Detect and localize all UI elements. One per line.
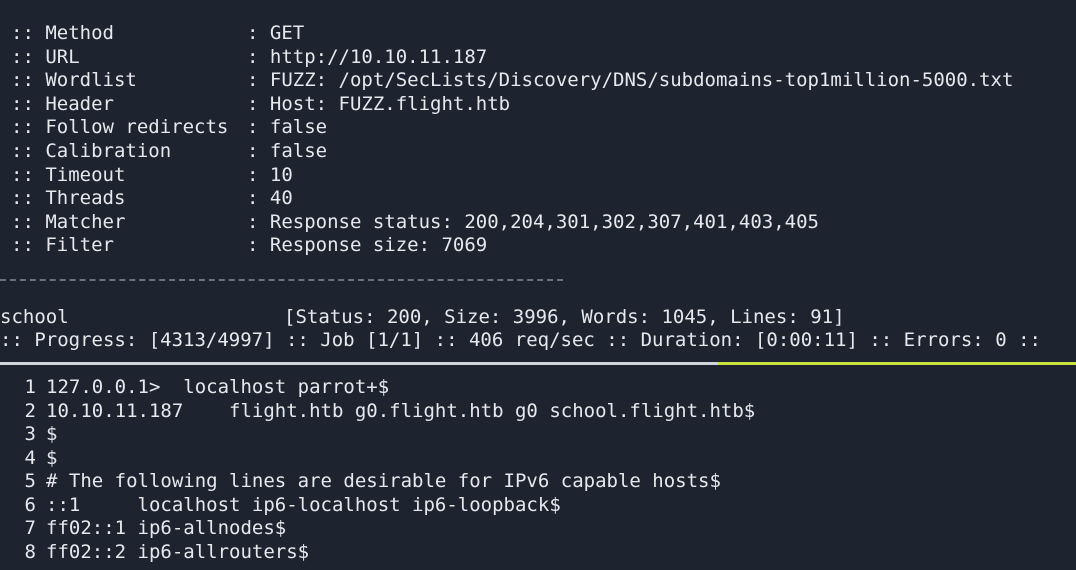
ffuf-option-wordlist: :: Wordlist : FUZZ: /opt/SecLists/Discove… bbox=[11, 69, 1013, 92]
line-text: $ bbox=[46, 423, 58, 445]
option-key: :: URL bbox=[11, 46, 80, 68]
option-key: :: Wordlist bbox=[11, 69, 137, 91]
editor-line[interactable]: 2 10.10.11.187 flight.htb g0.flight.htb g… bbox=[0, 400, 756, 423]
option-value: : 40 bbox=[247, 187, 293, 209]
editor-line[interactable]: 8 ff02::2 ip6-allrouters$ bbox=[0, 541, 310, 564]
option-key: :: Method bbox=[11, 22, 114, 44]
editor-line[interactable]: 3 $ bbox=[0, 423, 58, 446]
editor-line[interactable]: 7 ff02::1 ip6-allnodes$ bbox=[0, 517, 287, 540]
line-text: 127.0.0.1> localhost parrot+$ bbox=[46, 376, 390, 398]
ffuf-terminal-pane[interactable]: :: Method : GET :: URL : http://10.10.11.1… bbox=[0, 0, 1076, 362]
line-number: 4 bbox=[24, 447, 36, 469]
line-text: # The following lines are desirable for … bbox=[46, 470, 721, 492]
option-key: :: Follow redirects bbox=[11, 116, 229, 138]
ffuf-option-method: :: Method : GET bbox=[11, 22, 304, 45]
option-key: :: Header bbox=[11, 93, 114, 115]
ffuf-progress-line: :: Progress: [4313/4997] :: Job [1/1] ::… bbox=[0, 329, 1041, 351]
line-text: $ bbox=[46, 447, 58, 469]
ffuf-option-follow-redirects: :: Follow redirects : false bbox=[11, 116, 327, 139]
editor-line[interactable]: 4 $ bbox=[0, 447, 58, 470]
line-text: 10.10.11.187 flight.htb g0.flight.htb g0… bbox=[46, 400, 756, 422]
option-value: : Response size: 7069 bbox=[247, 234, 488, 256]
ffuf-option-filter: :: Filter : Response size: 7069 bbox=[11, 234, 487, 257]
line-text: ff02::1 ip6-allnodes$ bbox=[46, 517, 287, 539]
option-value: : false bbox=[247, 116, 328, 138]
line-number: 3 bbox=[24, 423, 36, 445]
editor-line[interactable]: 5 # The following lines are desirable for… bbox=[0, 470, 721, 493]
ffuf-option-calibration: :: Calibration : false bbox=[11, 140, 327, 163]
option-value: : http://10.10.11.187 bbox=[247, 46, 488, 68]
ffuf-result-row: school [Status: 200, Size: 3996, Words: 1… bbox=[0, 306, 845, 329]
separator-line bbox=[0, 279, 563, 281]
option-key: :: Matcher bbox=[11, 211, 126, 233]
line-number: 1 bbox=[24, 376, 36, 398]
option-value: : FUZZ: /opt/SecLists/Discovery/DNS/subd… bbox=[247, 69, 1014, 91]
option-value: : 10 bbox=[247, 164, 293, 186]
vim-editor-pane[interactable]: 1 127.0.0.1> localhost parrot+$ 2 10.10.11… bbox=[0, 365, 1076, 570]
ffuf-option-url: :: URL : http://10.10.11.187 bbox=[11, 46, 487, 69]
option-key: :: Threads bbox=[11, 187, 126, 209]
editor-line[interactable]: 6::1 localhost ip6-localhost ip6-loopbac… bbox=[0, 494, 561, 517]
result-details: [Status: 200, Size: 3996, Words: 1045, L… bbox=[284, 306, 845, 328]
line-number: 2 bbox=[24, 400, 36, 422]
ffuf-option-threads: :: Threads : 40 bbox=[11, 187, 293, 210]
editor-line[interactable]: 1 127.0.0.1> localhost parrot+$ bbox=[0, 376, 390, 399]
line-text: ::1 localhost ip6-localhost ip6-loopback… bbox=[46, 494, 561, 516]
line-number: 7 bbox=[24, 517, 36, 539]
ffuf-option-matcher: :: Matcher : Response status: 200,204,301… bbox=[11, 211, 819, 234]
option-value: : false bbox=[247, 140, 328, 162]
option-value: : GET bbox=[247, 22, 305, 44]
line-number: 6 bbox=[24, 494, 36, 516]
option-value: : Host: FUZZ.flight.htb bbox=[247, 93, 511, 115]
option-key: :: Calibration bbox=[11, 140, 172, 162]
ffuf-option-header: :: Header : Host: FUZZ.flight.htb bbox=[11, 93, 510, 116]
result-word: school bbox=[0, 306, 69, 328]
option-value: : Response status: 200,204,301,302,307,4… bbox=[247, 211, 819, 233]
ffuf-option-timeout: :: Timeout : 10 bbox=[11, 164, 293, 187]
line-text: ff02::2 ip6-allrouters$ bbox=[46, 541, 310, 563]
line-number: 8 bbox=[24, 541, 36, 563]
option-key: :: Timeout bbox=[11, 164, 126, 186]
line-number: 5 bbox=[24, 470, 36, 492]
option-key: :: Filter bbox=[11, 234, 114, 256]
